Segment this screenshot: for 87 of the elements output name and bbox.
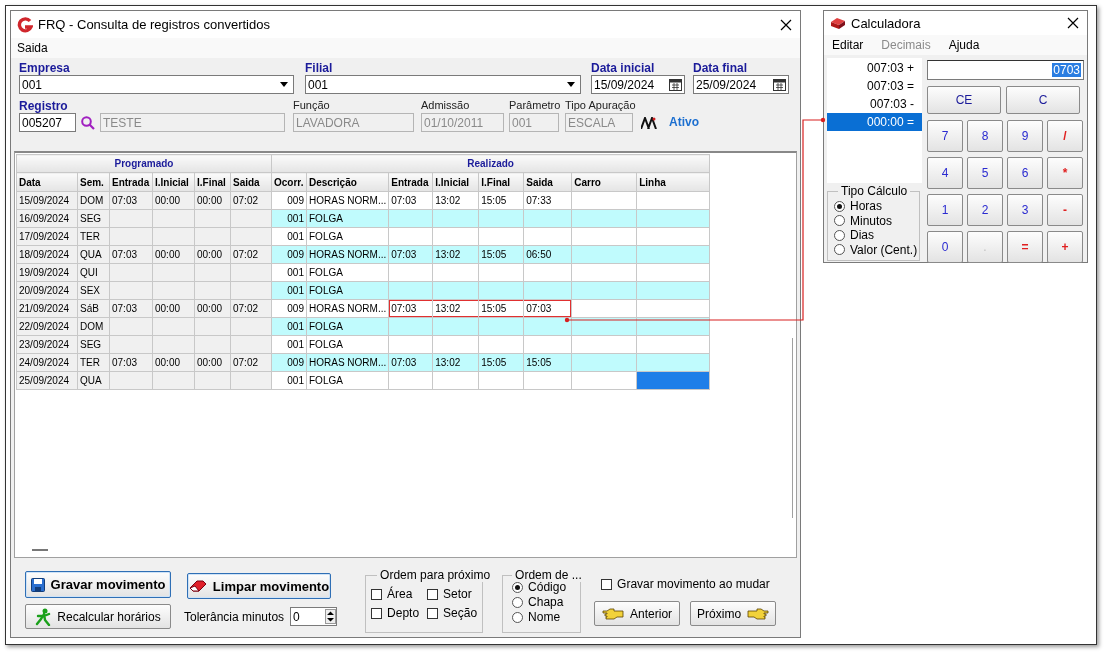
checkbox[interactable] bbox=[371, 588, 383, 600]
search-icon[interactable] bbox=[81, 116, 95, 130]
digit-key[interactable]: 7 bbox=[927, 120, 963, 152]
clear-button[interactable]: Limpar movimento bbox=[187, 573, 331, 600]
radio-label: Minutos bbox=[850, 213, 893, 228]
running-figure-icon bbox=[35, 607, 52, 626]
eraser-icon bbox=[188, 580, 207, 593]
digit-key[interactable]: 5 bbox=[967, 157, 1003, 189]
input-field[interactable]: 005207 bbox=[19, 113, 76, 132]
field-label: Tipo Apuração bbox=[565, 98, 637, 113]
radio-label: Valor (Cent.) bbox=[850, 242, 918, 257]
field-label: Filial bbox=[305, 61, 334, 75]
digit-key[interactable]: 9 bbox=[1007, 120, 1043, 152]
radio-button[interactable] bbox=[512, 596, 524, 608]
radio-label: Dias bbox=[850, 228, 874, 243]
menu-item[interactable]: Saida bbox=[17, 41, 48, 55]
field-label: Data final bbox=[693, 61, 748, 75]
checkbox-label: Seção bbox=[443, 606, 478, 621]
operator-key[interactable]: + bbox=[1047, 231, 1083, 263]
radio-button[interactable] bbox=[512, 611, 524, 623]
menu-item[interactable]: Ajuda bbox=[948, 38, 980, 52]
pointing-hand-icon bbox=[602, 607, 625, 620]
branch-dropdown[interactable]: 001 bbox=[305, 75, 581, 94]
digit-key[interactable]: 1 bbox=[927, 194, 963, 226]
calendar-icon[interactable] bbox=[773, 78, 786, 91]
checkbox-label: Área bbox=[387, 587, 413, 602]
radio-label: Horas bbox=[850, 199, 882, 214]
date-field[interactable]: 25/09/2024 bbox=[693, 75, 789, 94]
window-title: Calculadora bbox=[851, 15, 922, 31]
field-label: Função bbox=[293, 98, 331, 113]
logo-icon bbox=[17, 16, 33, 33]
next-button[interactable]: Próximo bbox=[690, 601, 777, 627]
previous-button[interactable]: Anterior bbox=[594, 601, 681, 627]
operator-key[interactable]: * bbox=[1047, 157, 1083, 189]
clear-key[interactable]: CE bbox=[927, 86, 1001, 114]
tape-entry[interactable]: 000:00 = bbox=[827, 113, 922, 131]
checkbox-label: Gravar movimento ao mudar bbox=[617, 577, 770, 592]
checkbox[interactable] bbox=[427, 588, 439, 600]
digit-key[interactable]: 4 bbox=[927, 157, 963, 189]
radio-button[interactable] bbox=[512, 581, 524, 593]
digit-key[interactable]: 6 bbox=[1007, 157, 1043, 189]
operator-key[interactable]: / bbox=[1047, 120, 1083, 152]
radio-button[interactable] bbox=[834, 200, 845, 212]
close-button[interactable] bbox=[1065, 15, 1081, 31]
menu-item[interactable]: Editar bbox=[832, 38, 864, 52]
radio-button[interactable] bbox=[834, 244, 845, 256]
group-title: Tipo Cálculo bbox=[838, 184, 911, 198]
tape-entry[interactable]: 007:03 - bbox=[827, 95, 922, 113]
checkbox[interactable] bbox=[371, 607, 383, 619]
field-label: Parâmetro bbox=[509, 98, 562, 113]
tape-entry[interactable]: 007:03 = bbox=[827, 77, 922, 95]
tolerance-label: Tolerância minutos bbox=[184, 609, 285, 624]
operator-key[interactable]: = bbox=[1007, 231, 1043, 263]
radio-label: Código bbox=[528, 580, 567, 595]
radio-label: Chapa bbox=[528, 595, 564, 610]
tape-entry[interactable]: 007:03 + bbox=[827, 59, 922, 77]
clear-key[interactable]: C bbox=[1006, 86, 1080, 114]
save-button[interactable]: Gravar movimento bbox=[25, 571, 171, 599]
checkbox[interactable] bbox=[601, 578, 613, 590]
checkbox-label: Setor bbox=[443, 587, 472, 602]
digit-key[interactable]: 8 bbox=[967, 120, 1003, 152]
display-field[interactable]: 0703 bbox=[927, 60, 1084, 80]
radio-button[interactable] bbox=[834, 229, 845, 241]
field-label: Admissão bbox=[421, 98, 471, 113]
checkbox-label: Depto bbox=[387, 606, 420, 621]
calendar-icon[interactable] bbox=[669, 78, 682, 91]
digit-key[interactable]: 3 bbox=[1007, 194, 1043, 226]
recalculate-button[interactable]: Recalcular horários bbox=[25, 604, 171, 630]
tolerance-spinner[interactable]: 0 bbox=[290, 607, 338, 627]
company-dropdown[interactable]: 001 bbox=[19, 75, 294, 94]
column-group-header: Realizado bbox=[271, 154, 710, 173]
pointing-hand-icon bbox=[747, 607, 770, 620]
operator-key[interactable]: - bbox=[1047, 194, 1083, 226]
radio-label: Nome bbox=[528, 610, 561, 625]
digit-key[interactable]: 0 bbox=[927, 231, 963, 263]
checkbox[interactable] bbox=[427, 607, 439, 619]
column-group-header: Programado bbox=[16, 154, 272, 173]
font-icon[interactable] bbox=[641, 117, 657, 129]
field-label: Data inicial bbox=[591, 61, 656, 75]
field-label: Empresa bbox=[19, 61, 71, 75]
digit-key[interactable]: 2 bbox=[967, 194, 1003, 226]
status-label: Ativo bbox=[669, 115, 699, 129]
window-title: FRQ - Consulta de registros convertidos bbox=[38, 17, 271, 32]
calculator-logo-icon bbox=[830, 16, 846, 30]
field-label: Registro bbox=[19, 99, 69, 113]
date-field[interactable]: 15/09/2024 bbox=[591, 75, 685, 94]
radio-button[interactable] bbox=[834, 215, 845, 227]
